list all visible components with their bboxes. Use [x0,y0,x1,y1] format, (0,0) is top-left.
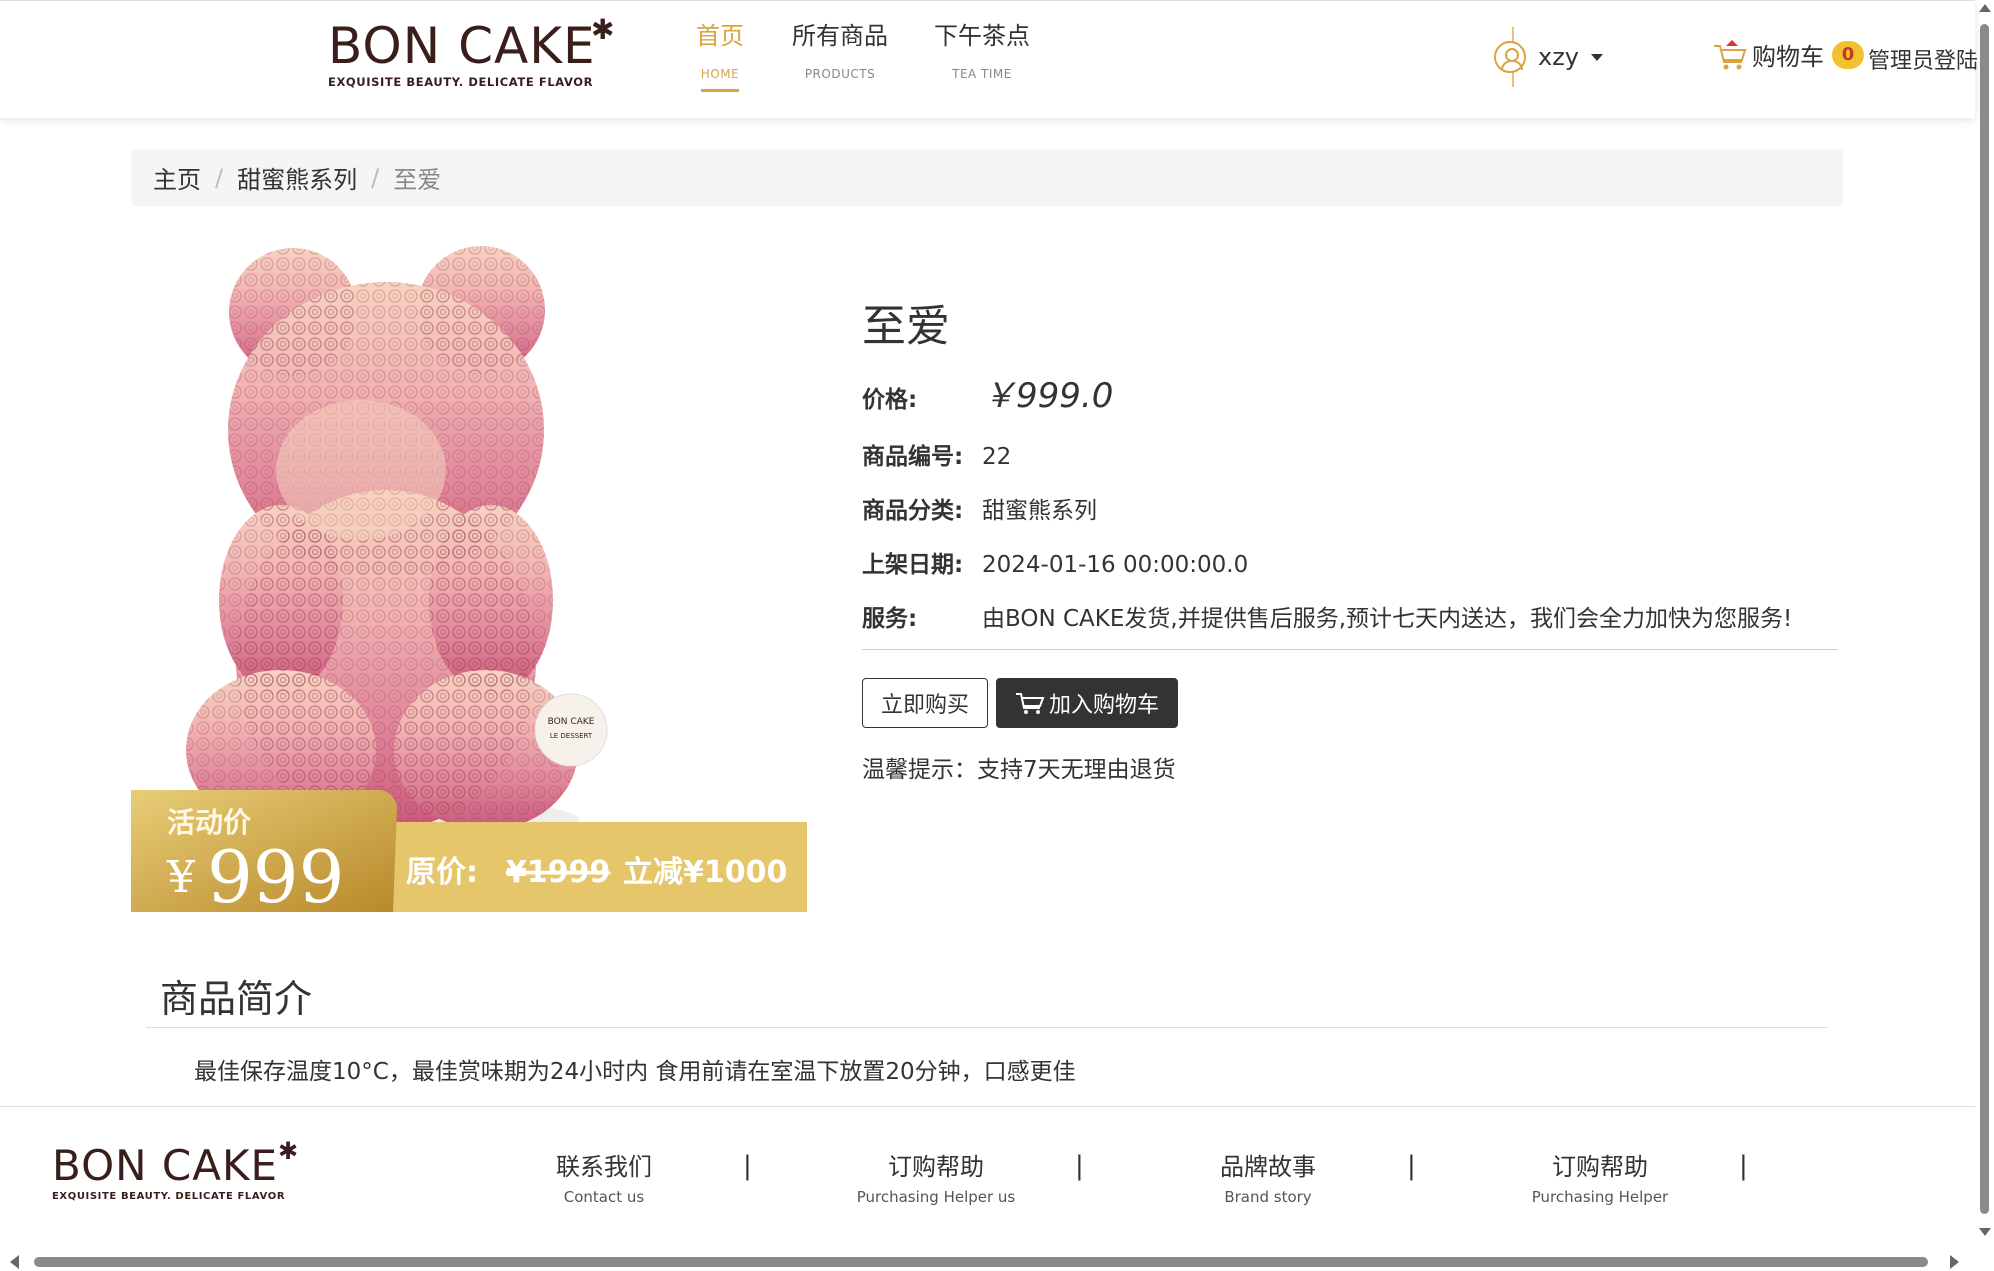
buy-now-button[interactable]: 立即购买 [862,678,989,728]
footer-link-label: 联系我们 [556,1153,652,1181]
site-footer: BON CAKE ✱ EXQUISITE BEAUTY. DELICATE FL… [0,1106,1975,1252]
description-text: 最佳保存温度10°C，最佳赏味期为24小时内 食用前请在室温下放置20分钟，口感… [194,1059,1076,1085]
product-image: BON CAKE LE DESSERT 活动价 ¥ 999 原价: ¥1999 … [131,240,807,912]
service-label: 服务: [862,606,918,632]
scrollbar-corner [1975,1252,1994,1271]
breadcrumb-separator: / [371,163,380,192]
add-to-cart-button[interactable]: 加入购物车 [996,678,1179,728]
footer-logo-star-icon: ✱ [278,1137,299,1165]
horizontal-scroll-thumb[interactable] [34,1257,1928,1267]
product-id-row: 商品编号: 22 [862,437,1838,471]
description-divider [146,1027,1828,1028]
footer-separator: | [743,1151,752,1181]
promo-currency: ¥ [166,852,196,903]
service-value: 由BON CAKE发货,并提供售后服务,预计七天内送达，我们会全力加快为您服务! [982,606,1793,632]
scroll-left-arrow-icon[interactable] [10,1255,19,1269]
product-info: 至爱 价格: ￥999.0 商品编号: 22 商品分类: 甜蜜熊系列 上架日期:… [862,290,1838,784]
shopping-cart-icon [1714,39,1747,69]
product-id-value: 22 [982,444,1012,470]
price-label: 价格: [862,387,918,413]
action-buttons: 立即购买 加入购物车 [862,678,1838,728]
nav-home-label: 首页 [696,22,744,50]
cart-icon [1016,693,1045,714]
cart-label: 购物车 [1752,43,1824,71]
browser-viewport: BON CAKE ✱ EXQUISITE BEAUTY. DELICATE FL… [0,0,1994,1271]
description-heading: 商品简介 [160,977,313,1021]
nav-home[interactable]: 首页 HOME [696,19,744,92]
vertical-scrollbar[interactable] [1975,0,1994,1252]
date-label: 上架日期: [862,552,964,578]
logo-star-icon: ✱ [591,13,615,46]
discount-text: 立减¥1000 [623,855,787,890]
cart-count-badge: 0 [1832,40,1864,69]
bear-cake-illustration [159,246,579,844]
caret-down-icon [1591,53,1604,61]
horizontal-scrollbar[interactable] [0,1252,1975,1271]
footer-link-sublabel: Contact us [563,1188,645,1206]
cart-link[interactable]: 购物车 0 [1712,37,1864,72]
category-label: 商品分类: [862,498,964,524]
nav-products-sublabel: PRODUCTS [804,67,876,81]
footer-link-purchasing-help[interactable]: 订购帮助 Purchasing Helper us [851,1147,1021,1208]
service-row: 服务: 由BON CAKE发货,并提供售后服务,预计七天内送达，我们会全力加快为… [862,599,1838,633]
footer-link-label: 订购帮助 [1552,1153,1648,1181]
info-divider [862,649,1838,650]
logo-wordmark: BON CAKE [328,17,596,75]
footer-link-label: 订购帮助 [888,1153,984,1181]
user-menu[interactable]: xzy [1494,27,1604,87]
footer-logo-tagline: EXQUISITE BEAUTY. DELICATE FLAVOR [52,1191,286,1202]
breadcrumb-category[interactable]: 甜蜜熊系列 [237,160,357,195]
footer-separator: | [1739,1151,1748,1181]
scroll-right-arrow-icon[interactable] [1950,1255,1959,1269]
price-row: 价格: ￥999.0 [862,368,1838,417]
nav-tea-time-sublabel: TEA TIME [952,67,1012,81]
breadcrumb: 主页 / 甜蜜熊系列 / 至爱 [131,149,1843,206]
add-to-cart-label: 加入购物车 [1049,693,1160,718]
footer-link-label: 品牌故事 [1220,1153,1316,1181]
badge-line2: LE DESSERT [550,732,593,740]
user-circle-icon [1494,41,1526,73]
breadcrumb-home[interactable]: 主页 [153,160,201,195]
site-header: BON CAKE ✱ EXQUISITE BEAUTY. DELICATE FL… [0,0,1978,118]
nav-tea-time[interactable]: 下午茶点 TEA TIME [932,19,1032,81]
footer-link-sublabel: Purchasing Helper [1531,1188,1669,1206]
logo-tagline: EXQUISITE BEAUTY. DELICATE FLAVOR [328,75,594,89]
return-policy-tip: 温馨提示：支持7天无理由退货 [862,757,1176,783]
nav-active-underline [701,89,739,92]
original-label: 原价: [406,855,478,890]
footer-separator: | [1075,1151,1084,1181]
vertical-scroll-thumb[interactable] [1980,24,1989,1214]
promo-price: 999 [207,835,344,912]
nav-products[interactable]: 所有商品 PRODUCTS [790,19,890,81]
category-row: 商品分类: 甜蜜熊系列 [862,491,1838,525]
footer-link-contact[interactable]: 联系我们 Contact us [519,1147,689,1208]
footer-link-sublabel: Purchasing Helper us [856,1188,1016,1206]
footer-logo[interactable]: BON CAKE ✱ EXQUISITE BEAUTY. DELICATE FL… [52,1137,312,1202]
nav-home-sublabel: HOME [700,67,740,81]
date-value: 2024-01-16 00:00:00.0 [982,552,1249,578]
nav-products-label: 所有商品 [792,22,888,50]
category-value: 甜蜜熊系列 [982,498,1097,524]
footer-link-sublabel: Brand story [1224,1188,1312,1206]
date-row: 上架日期: 2024-01-16 00:00:00.0 [862,545,1838,579]
breadcrumb-separator: / [215,163,224,192]
footer-link-purchasing-helper[interactable]: 订购帮助 Purchasing Helper [1515,1147,1685,1208]
price-value: ￥999.0 [982,376,1114,416]
badge-line1: BON CAKE [548,717,595,727]
nav-tea-time-label: 下午茶点 [934,22,1030,50]
footer-logo-wordmark: BON CAKE [52,1141,279,1190]
breadcrumb-current: 至爱 [393,166,442,194]
header-logo[interactable]: BON CAKE ✱ EXQUISITE BEAUTY. DELICATE FL… [328,13,628,89]
brand-badge: BON CAKE LE DESSERT [534,693,608,767]
product-title: 至爱 [862,301,950,352]
footer-link-brand-story[interactable]: 品牌故事 Brand story [1183,1147,1353,1208]
admin-login-link[interactable]: 管理员登陆 [1868,43,1978,75]
username: xzy [1538,43,1580,71]
footer-separator: | [1407,1151,1416,1181]
scroll-down-arrow-icon[interactable] [1979,1228,1991,1236]
scroll-up-arrow-icon[interactable] [1979,4,1991,12]
product-id-label: 商品编号: [862,444,964,470]
